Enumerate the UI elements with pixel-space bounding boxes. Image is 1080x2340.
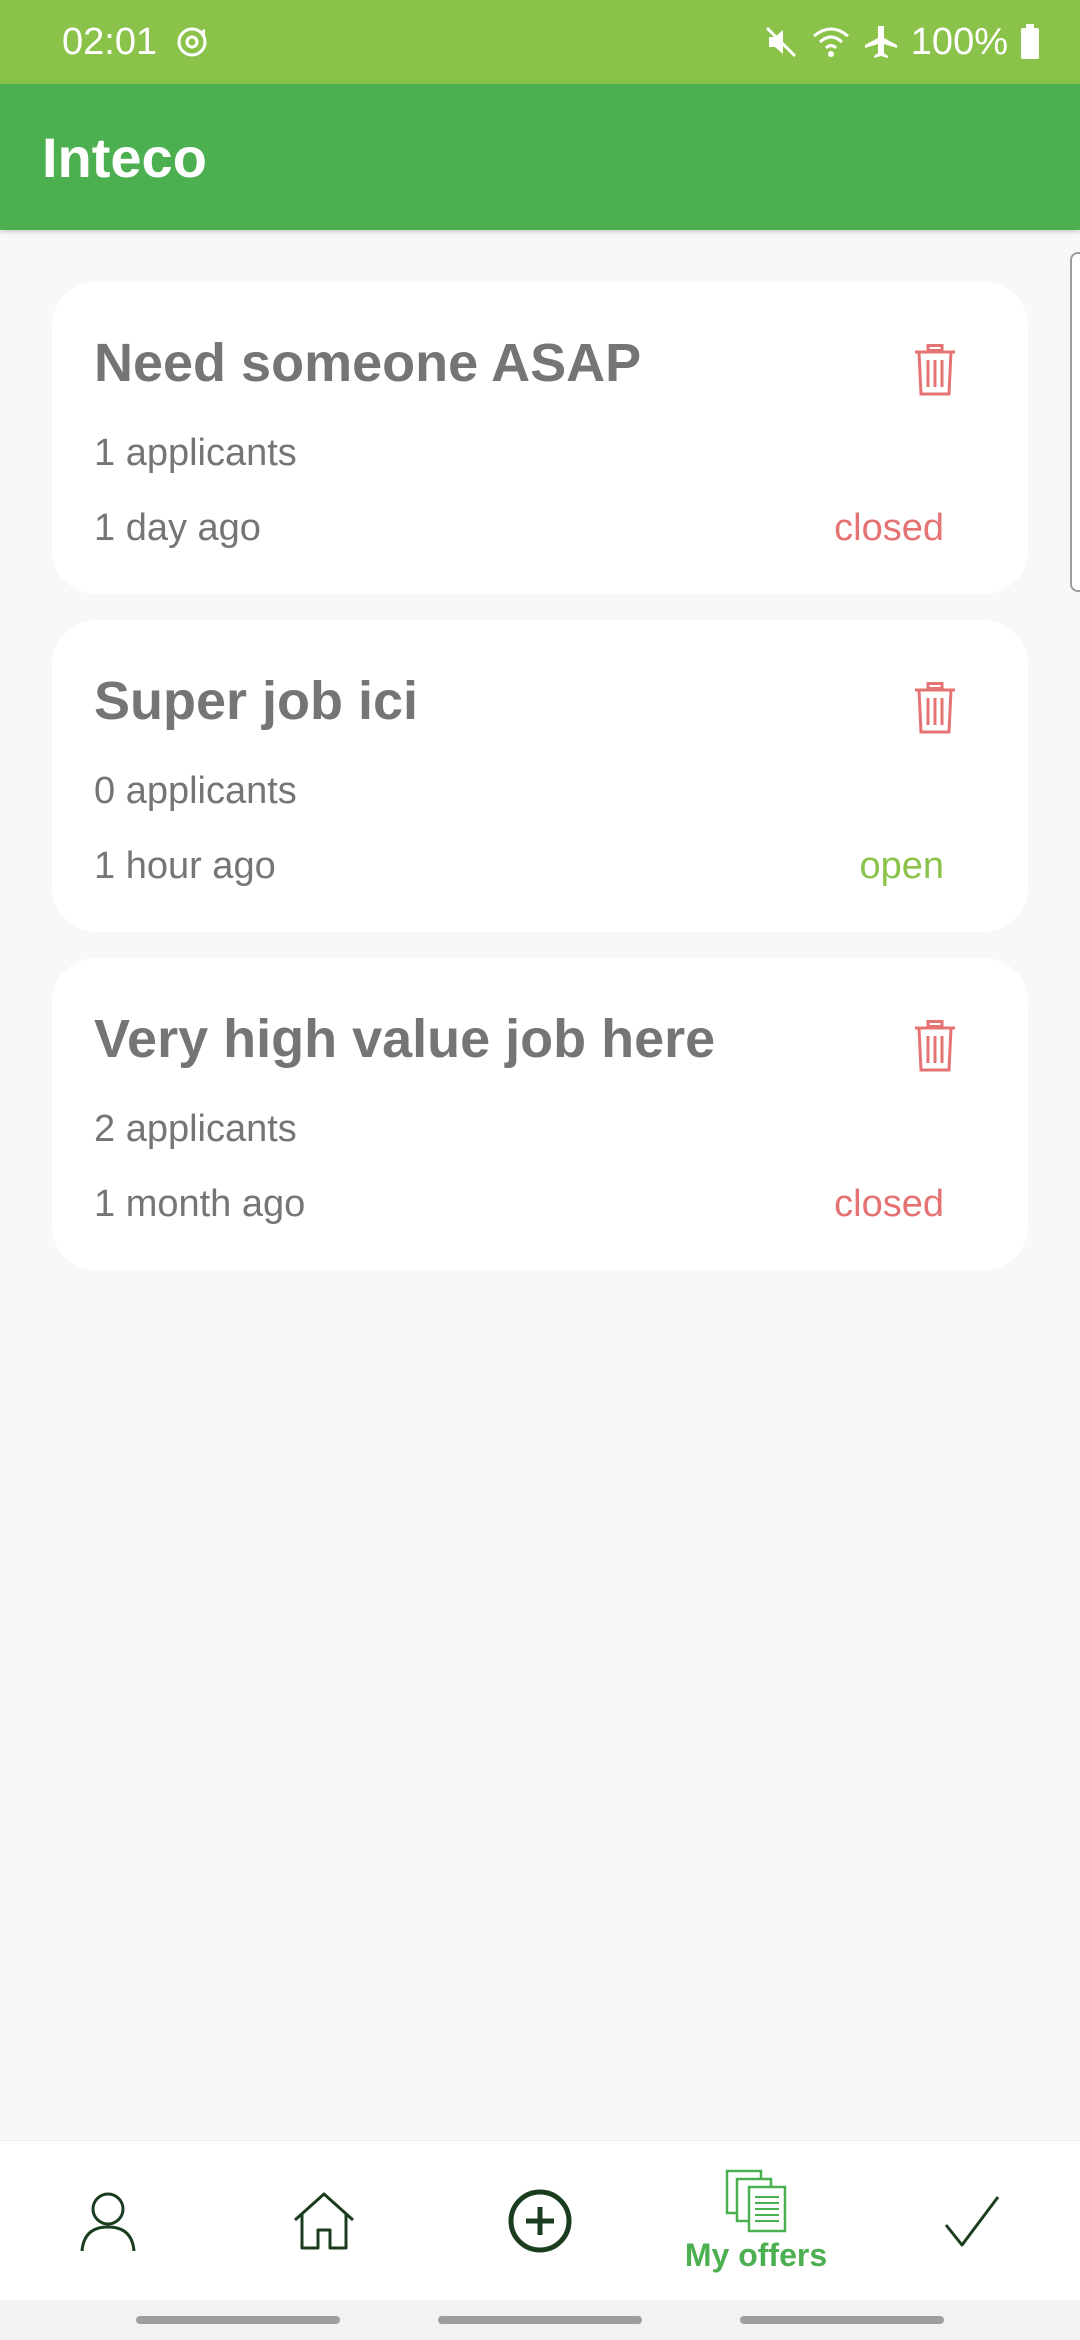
status-left: 02:01 [62, 21, 209, 64]
bottom-nav: My offers [0, 2140, 1080, 2300]
battery-icon [1020, 24, 1040, 60]
scroll-indicator[interactable] [1070, 252, 1080, 592]
delete-button[interactable] [912, 682, 958, 734]
status-bar: 02:01 100% [0, 0, 1080, 84]
nav-profile[interactable] [0, 2141, 216, 2301]
app-title: Inteco [42, 125, 207, 189]
offer-title: Super job ici [94, 671, 419, 731]
offer-applicants: 2 applicants [94, 1108, 297, 1150]
trash-icon [915, 1020, 955, 1072]
offer-status: open [859, 845, 944, 887]
nav-my-offers[interactable]: My offers [648, 2141, 864, 2301]
home-icon [293, 2192, 355, 2250]
offer-list: Need someone ASAP 1 applicants 1 day ago… [52, 282, 1028, 1296]
offer-applicants: 0 applicants [94, 770, 297, 812]
delete-button[interactable] [912, 344, 958, 396]
airplane-icon [863, 24, 899, 60]
sync-icon [175, 25, 209, 59]
status-right: 100% [763, 21, 1040, 64]
offers-content[interactable]: Need someone ASAP 1 applicants 1 day ago… [0, 230, 1080, 2140]
offer-title: Very high value job here [94, 1009, 716, 1069]
profile-icon [80, 2192, 136, 2252]
status-time: 02:01 [62, 20, 158, 63]
offer-title: Need someone ASAP [94, 333, 642, 393]
nav-check[interactable] [864, 2141, 1080, 2301]
app-bar: Inteco [0, 84, 1080, 230]
offer-applicants: 1 applicants [94, 432, 297, 474]
checkmark-icon [944, 2196, 1000, 2247]
system-handle[interactable] [136, 2316, 340, 2324]
offer-status: closed [834, 507, 944, 549]
battery-text: 100% [910, 20, 1008, 63]
documents-icon [725, 2169, 787, 2232]
system-handle[interactable] [438, 2316, 642, 2324]
offer-time: 1 month ago [94, 1183, 306, 1225]
delete-button[interactable] [912, 1020, 958, 1072]
offer-card[interactable]: Very high value job here 2 applicants 1 … [52, 958, 1028, 1270]
add-circle-icon [508, 2189, 572, 2253]
trash-icon [915, 344, 955, 396]
wifi-icon [811, 24, 851, 60]
trash-icon [915, 682, 955, 734]
offer-time: 1 hour ago [94, 845, 276, 887]
offer-card[interactable]: Need someone ASAP 1 applicants 1 day ago… [52, 282, 1028, 594]
system-nav-bar [0, 2300, 1080, 2340]
system-handle[interactable] [740, 2316, 944, 2324]
nav-add[interactable] [432, 2141, 648, 2301]
mute-icon [763, 24, 799, 60]
offer-status: closed [834, 1183, 944, 1225]
offer-card[interactable]: Super job ici 0 applicants 1 hour ago op… [52, 620, 1028, 932]
nav-home[interactable] [216, 2141, 432, 2301]
nav-label-my-offers: My offers [684, 2236, 828, 2273]
offer-time: 1 day ago [94, 507, 261, 549]
